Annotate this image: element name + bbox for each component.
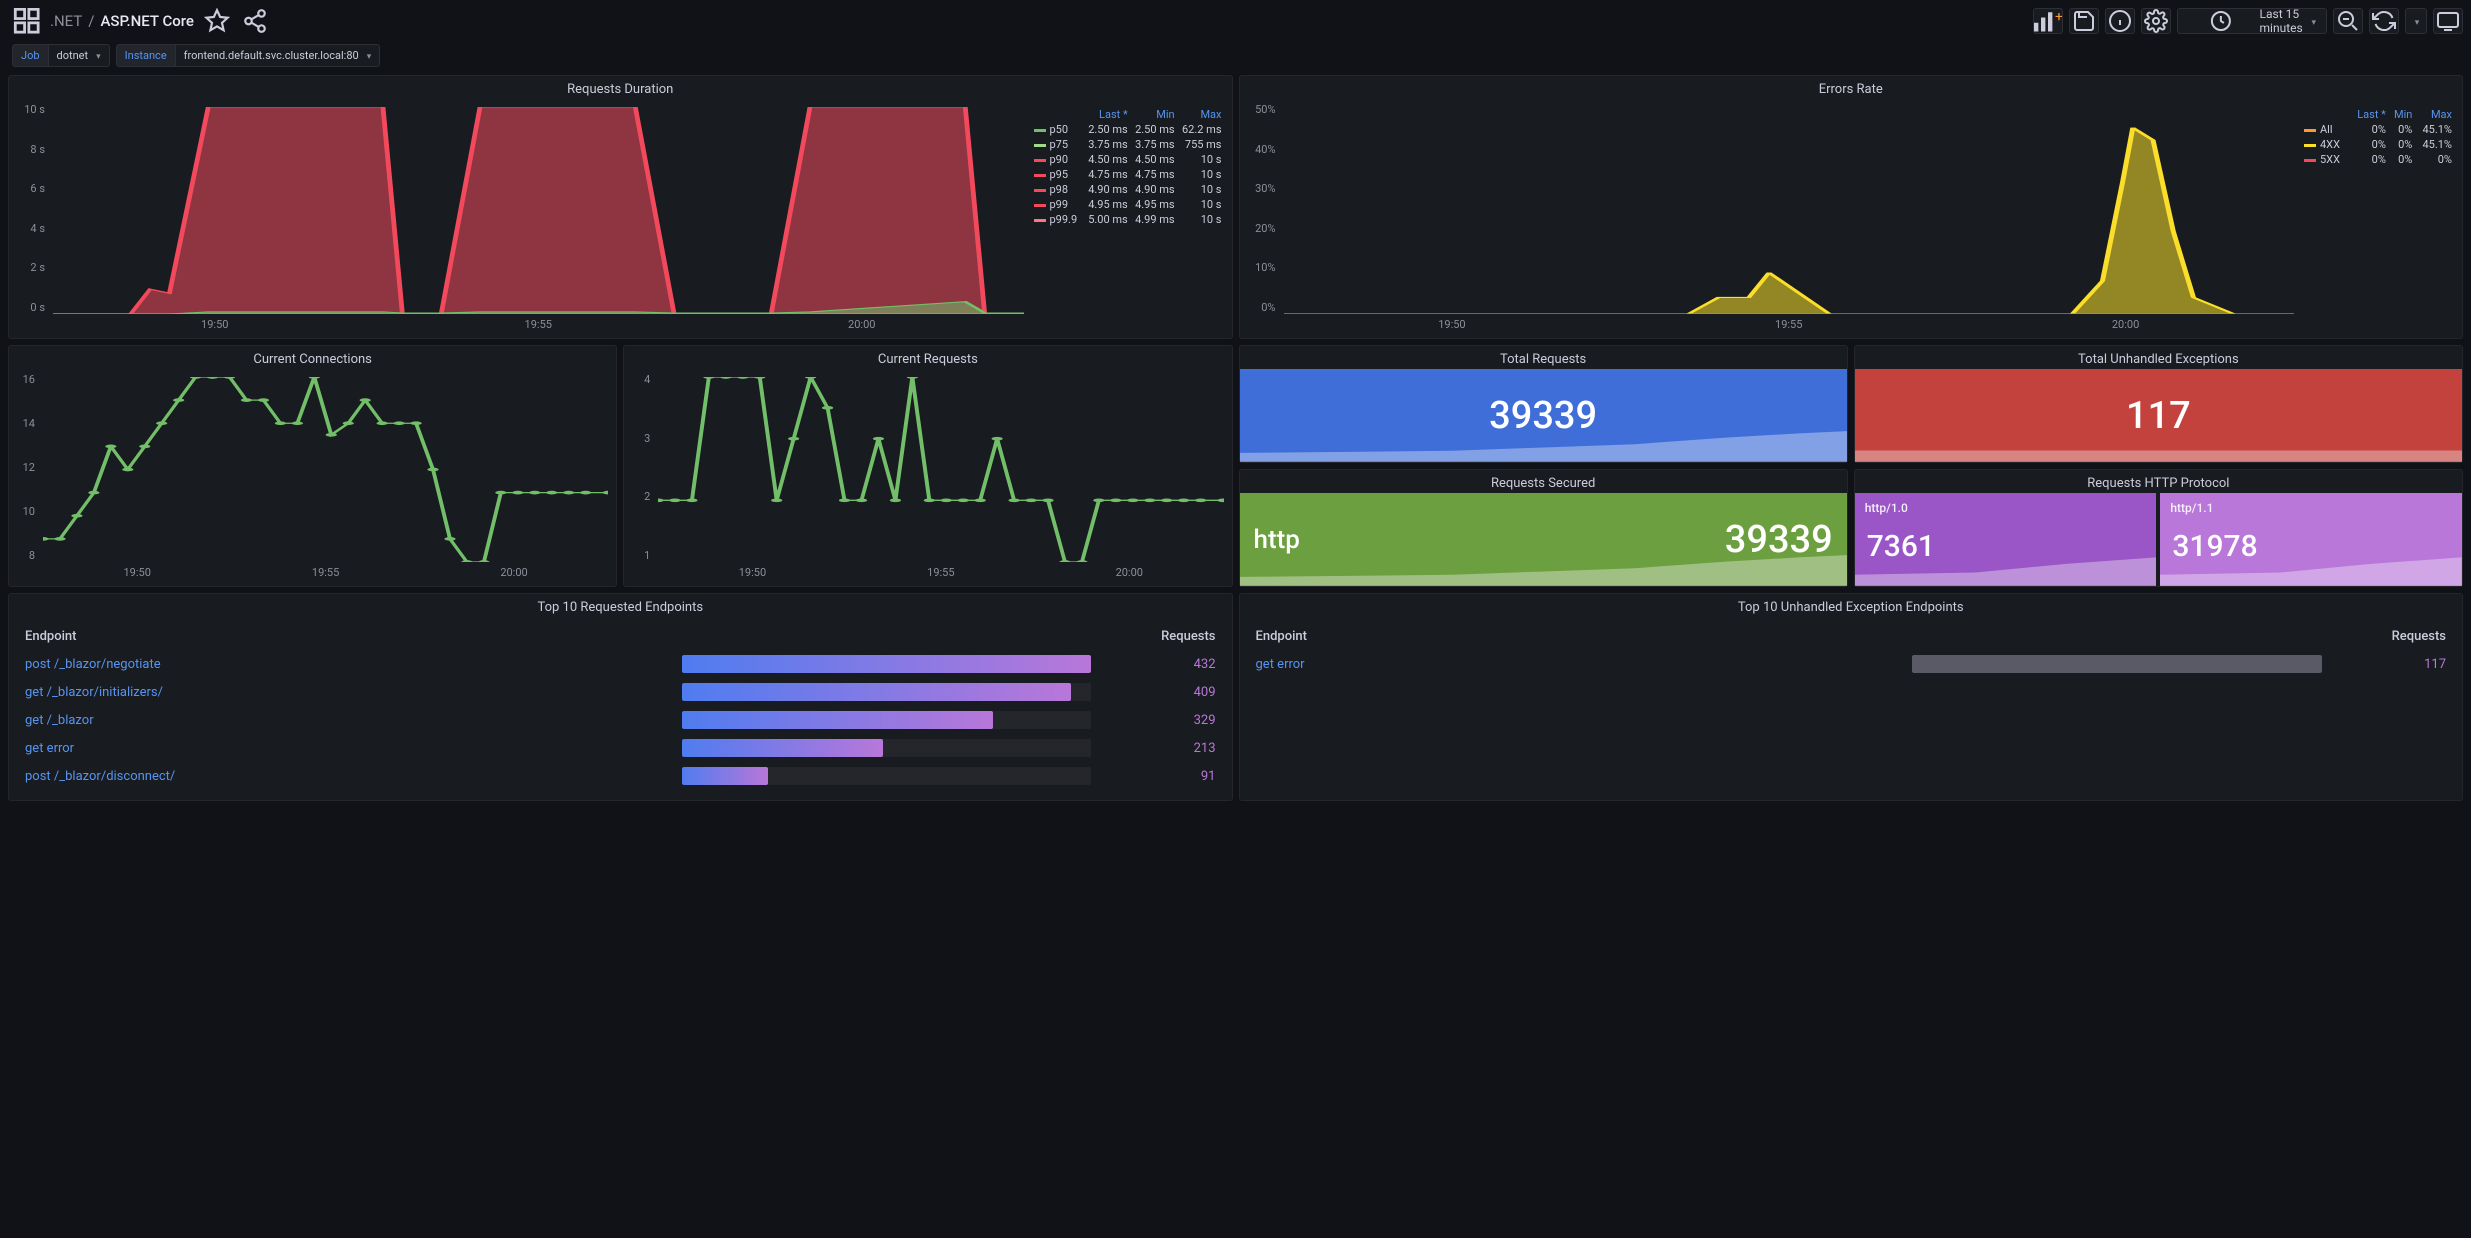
panel-current-requests[interactable]: Current Requests 4321 19:5019:5520:00 — [623, 345, 1232, 587]
stat-protocol-label: http — [1254, 525, 1300, 555]
time-range-button[interactable]: Last 15 minutes — [2177, 8, 2327, 34]
chevron-down-icon — [94, 49, 101, 62]
chart-current-connections[interactable]: 161412108 19:5019:5520:00 — [17, 373, 608, 580]
legend-row[interactable]: 4XX0%0%45.1% — [2302, 137, 2454, 152]
panel-requests-secured[interactable]: Requests Secured http 39339 — [1239, 469, 1848, 587]
legend-row[interactable]: 5XX0%0%0% — [2302, 152, 2454, 167]
breadcrumb: .NET / ASP.NET Core — [50, 12, 194, 30]
legend-row[interactable]: p502.50 ms2.50 ms62.2 ms — [1032, 122, 1224, 137]
star-icon[interactable] — [202, 8, 232, 34]
add-panel-icon[interactable]: + — [2033, 8, 2063, 34]
refresh-icon[interactable] — [2369, 8, 2399, 34]
chevron-down-icon — [365, 49, 372, 62]
endpoint-link[interactable]: get error — [23, 734, 680, 762]
chart-requests-duration[interactable]: 10 s8 s6 s4 s2 s0 s 19:5019:5520:00 — [17, 103, 1024, 332]
breadcrumb-current[interactable]: ASP.NET Core — [100, 12, 193, 30]
table-row: get /_blazor/initializers/ 409 — [23, 678, 1218, 706]
endpoint-link[interactable]: post /_blazor/disconnect/ — [23, 762, 680, 790]
top-bar: .NET / ASP.NET Core + Last 15 minutes — [8, 2, 2463, 40]
panel-errors-rate[interactable]: Errors Rate 50%40%30%20%10%0% 19:5019:55… — [1239, 75, 2464, 339]
gear-icon[interactable] — [2141, 8, 2171, 34]
table-row: post /_blazor/negotiate 432 — [23, 650, 1218, 678]
legend-row[interactable]: p994.95 ms4.95 ms10 s — [1032, 197, 1224, 212]
info-icon[interactable] — [2105, 8, 2135, 34]
panel-requests-http-protocol[interactable]: Requests HTTP Protocol http/1.0 7361 htt… — [1854, 469, 2463, 587]
endpoint-link[interactable]: get error — [1254, 650, 1911, 678]
legend-row[interactable]: p904.50 ms4.50 ms10 s — [1032, 152, 1224, 167]
table-row: get error 213 — [23, 734, 1218, 762]
endpoint-link[interactable]: get /_blazor — [23, 706, 680, 734]
panel-total-exceptions[interactable]: Total Unhandled Exceptions 117 — [1854, 345, 2463, 463]
table-row: post /_blazor/disconnect/ 91 — [23, 762, 1218, 790]
chart-errors-rate[interactable]: 50%40%30%20%10%0% 19:5019:5520:00 — [1248, 103, 2295, 332]
table-row: get /_blazor 329 — [23, 706, 1218, 734]
panel-total-requests[interactable]: Total Requests 39339 — [1239, 345, 1848, 463]
legend-errors-rate[interactable]: Last *MinMax All0%0%45.1%4XX0%0%45.1%5XX… — [2294, 103, 2454, 332]
endpoint-link[interactable]: post /_blazor/negotiate — [23, 650, 680, 678]
endpoint-link[interactable]: get /_blazor/initializers/ — [23, 678, 680, 706]
legend-requests-duration[interactable]: Last *MinMax p502.50 ms2.50 ms62.2 msp75… — [1024, 103, 1224, 332]
save-icon[interactable] — [2069, 8, 2099, 34]
refresh-dropdown-icon[interactable] — [2405, 8, 2427, 34]
chevron-down-icon — [2309, 14, 2316, 28]
filter-job[interactable]: Job dotnet — [12, 44, 110, 67]
zoom-out-icon[interactable] — [2333, 8, 2363, 34]
panel-top-requested[interactable]: Top 10 Requested Endpoints Endpoint Requ… — [8, 593, 1233, 801]
panel-top-exceptions[interactable]: Top 10 Unhandled Exception Endpoints End… — [1239, 593, 2464, 801]
filter-instance[interactable]: Instance frontend.default.svc.cluster.lo… — [116, 44, 381, 67]
stat-total-exceptions: 117 — [2126, 394, 2191, 438]
legend-row[interactable]: p753.75 ms3.75 ms755 ms — [1032, 137, 1224, 152]
panel-current-connections[interactable]: Current Connections 161412108 19:5019:55… — [8, 345, 617, 587]
legend-row[interactable]: All0%0%45.1% — [2302, 122, 2454, 137]
share-icon[interactable] — [240, 8, 270, 34]
time-range-label: Last 15 minutes — [2260, 7, 2304, 35]
filter-bar: Job dotnet Instance frontend.default.svc… — [8, 40, 2463, 75]
tv-icon[interactable] — [2433, 8, 2463, 34]
grid-icon[interactable] — [12, 8, 42, 34]
panel-requests-duration[interactable]: Requests Duration 10 s8 s6 s4 s2 s0 s 19… — [8, 75, 1233, 339]
svg-text:+: + — [2055, 9, 2062, 25]
legend-row[interactable]: p954.75 ms4.75 ms10 s — [1032, 167, 1224, 182]
legend-row[interactable]: p984.90 ms4.90 ms10 s — [1032, 182, 1224, 197]
chart-current-requests[interactable]: 4321 19:5019:5520:00 — [632, 373, 1223, 580]
table-row: get error 117 — [1254, 650, 2449, 678]
breadcrumb-folder[interactable]: .NET — [50, 12, 82, 30]
legend-row[interactable]: p99.95.00 ms4.99 ms10 s — [1032, 212, 1224, 227]
